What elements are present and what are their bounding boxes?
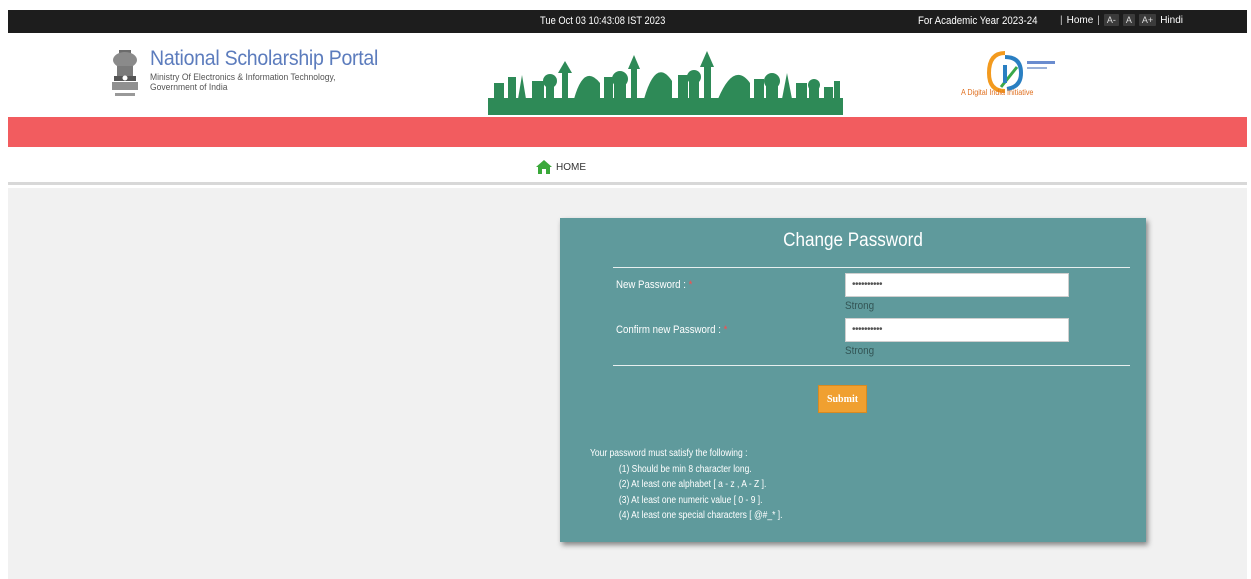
confirm-password-label: Confirm new Password : * bbox=[616, 324, 727, 336]
change-password-panel: Change Password New Password : * •••••••… bbox=[560, 218, 1146, 542]
current-datetime: Tue Oct 03 10:43:08 IST 2023 bbox=[540, 15, 666, 27]
skyline-illustration bbox=[488, 51, 843, 115]
national-emblem-icon bbox=[112, 50, 138, 96]
divider bbox=[613, 267, 1130, 268]
home-label: HOME bbox=[556, 161, 586, 173]
font-decrease-button[interactable]: A- bbox=[1103, 14, 1119, 26]
new-password-strength: Strong bbox=[845, 300, 875, 312]
rule-item: (4) At least one special characters [ @#… bbox=[618, 510, 783, 521]
red-band bbox=[8, 117, 1247, 147]
nav-bar: HOME bbox=[8, 147, 1247, 185]
rules-heading: Your password must satisfy the following… bbox=[590, 448, 748, 459]
top-links: | Home | A- A A+ Hindi bbox=[1060, 14, 1183, 26]
rule-item: (1) Should be min 8 character long. bbox=[618, 463, 752, 475]
site-header: National Scholarship Portal Ministry Of … bbox=[8, 33, 1247, 117]
new-password-label: New Password : * bbox=[616, 279, 692, 291]
divider bbox=[613, 365, 1130, 366]
portal-title[interactable]: National Scholarship Portal bbox=[150, 47, 378, 71]
academic-year: For Academic Year 2023-24 bbox=[918, 15, 1038, 27]
rule-item: (3) At least one numeric value [ 0 - 9 ]… bbox=[618, 494, 763, 506]
password-rules: Your password must satisfy the following… bbox=[590, 446, 782, 524]
separator: | bbox=[1097, 14, 1100, 26]
government-name: Government of India bbox=[150, 82, 228, 93]
confirm-password-label-text: Confirm new Password : bbox=[616, 324, 721, 336]
home-icon bbox=[536, 160, 552, 174]
font-normal-button[interactable]: A bbox=[1122, 14, 1135, 26]
new-password-label-text: New Password : bbox=[616, 279, 686, 291]
new-password-input[interactable]: •••••••••• bbox=[845, 273, 1069, 297]
digital-india-tagline: A Digital India Initiative bbox=[961, 88, 1034, 97]
font-increase-button[interactable]: A+ bbox=[1138, 14, 1157, 26]
confirm-password-input[interactable]: •••••••••• bbox=[845, 318, 1069, 342]
home-nav-link[interactable]: HOME bbox=[536, 160, 586, 174]
required-marker: * bbox=[723, 324, 728, 336]
top-bar: Tue Oct 03 10:43:08 IST 2023 For Academi… bbox=[8, 10, 1247, 33]
required-marker: * bbox=[688, 279, 693, 291]
submit-button[interactable]: Submit bbox=[818, 385, 867, 413]
portal-subtitle: Ministry Of Electronics & Information Te… bbox=[150, 73, 335, 93]
rule-item: (2) At least one alphabet [ a - z , A - … bbox=[618, 479, 767, 490]
separator: | bbox=[1060, 14, 1063, 26]
panel-title: Change Password bbox=[783, 230, 923, 251]
confirm-password-strength: Strong bbox=[845, 345, 875, 357]
home-top-link[interactable]: Home bbox=[1067, 15, 1094, 26]
hindi-link[interactable]: Hindi bbox=[1160, 15, 1183, 26]
